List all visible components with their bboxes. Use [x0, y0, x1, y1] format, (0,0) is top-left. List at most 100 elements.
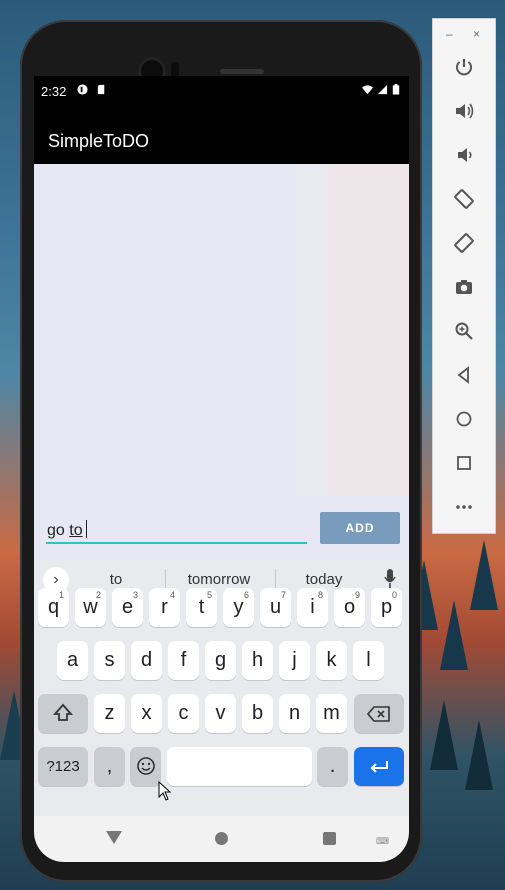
- key-e[interactable]: e3: [112, 588, 143, 627]
- key-j[interactable]: j: [279, 641, 310, 680]
- app-notification-icon: [77, 84, 88, 95]
- key-a[interactable]: a: [57, 641, 88, 680]
- key-hint-number: 2: [95, 590, 101, 600]
- key-label: u: [269, 596, 282, 618]
- overview-button[interactable]: [450, 450, 478, 478]
- symbols-key[interactable]: ?123: [38, 747, 88, 786]
- spacebar-key[interactable]: [167, 747, 312, 786]
- add-button[interactable]: ADD: [320, 512, 400, 544]
- zoom-icon: [455, 322, 473, 340]
- key-p[interactable]: p0: [371, 588, 402, 627]
- suggestion-1[interactable]: to: [100, 571, 132, 588]
- key-u[interactable]: u7: [260, 588, 291, 627]
- key-label: i: [310, 596, 315, 618]
- key-d[interactable]: d: [131, 641, 162, 680]
- key-label: y: [233, 596, 244, 618]
- nav-recents-icon[interactable]: [323, 832, 336, 845]
- nav-back-icon[interactable]: [106, 831, 122, 844]
- key-b[interactable]: b: [242, 694, 273, 733]
- wifi-icon: [362, 85, 373, 95]
- key-label: r: [161, 596, 168, 618]
- emoji-icon: [136, 757, 155, 775]
- power-button[interactable]: [450, 54, 478, 82]
- soft-keyboard: › to tomorrow today q1w2e3r4t5y6u7i8o9p0…: [34, 559, 409, 816]
- key-c[interactable]: c: [168, 694, 199, 733]
- key-n[interactable]: n: [279, 694, 310, 733]
- more-button[interactable]: [450, 494, 478, 522]
- key-v[interactable]: v: [205, 694, 236, 733]
- close-button[interactable]: ×: [473, 27, 480, 41]
- device-screen: 2:32 SimpleToDO go to ADD › to tomorrow …: [34, 76, 409, 862]
- key-hint-number: 3: [132, 590, 138, 600]
- key-hint-number: 1: [58, 590, 64, 600]
- key-hint-number: 5: [206, 590, 212, 600]
- shift-key[interactable]: [38, 694, 88, 733]
- zoom-button[interactable]: [450, 318, 478, 346]
- key-label: o: [343, 596, 356, 618]
- suggestion-3[interactable]: today: [296, 571, 352, 588]
- key-hint-number: 8: [317, 590, 323, 600]
- key-label: p: [380, 596, 393, 618]
- minimize-button[interactable]: –: [446, 27, 453, 41]
- key-l[interactable]: l: [353, 641, 384, 680]
- add-item-row: go to ADD: [34, 496, 409, 559]
- new-item-input[interactable]: go to: [46, 520, 307, 544]
- key-q[interactable]: q1: [38, 588, 69, 627]
- keyboard-switch-icon[interactable]: ⌨: [376, 836, 389, 847]
- camera-icon: [456, 279, 472, 294]
- key-z[interactable]: z: [94, 694, 125, 733]
- emulator-toolbar: – ×: [432, 18, 496, 534]
- input-typed-text: go: [47, 522, 70, 539]
- backspace-key[interactable]: [354, 694, 404, 733]
- enter-key[interactable]: [354, 747, 404, 786]
- key-r[interactable]: r4: [149, 588, 180, 627]
- more-icon: [456, 504, 472, 509]
- key-hint-number: 6: [243, 590, 249, 600]
- volume-down-button[interactable]: [450, 142, 478, 170]
- back-icon: [457, 365, 469, 384]
- camera-button[interactable]: [450, 274, 478, 302]
- sd-card-icon: [97, 84, 105, 95]
- key-hint-number: 7: [280, 590, 286, 600]
- mouse-pointer-icon: [158, 781, 172, 801]
- rotate-right-icon: [454, 232, 474, 253]
- key-f[interactable]: f: [168, 641, 199, 680]
- earpiece-speaker: [220, 69, 264, 74]
- rotate-left-button[interactable]: [450, 186, 478, 214]
- key-s[interactable]: s: [94, 641, 125, 680]
- rotate-right-button[interactable]: [450, 230, 478, 258]
- status-time: 2:32: [41, 84, 67, 99]
- shift-icon: [52, 703, 74, 721]
- key-y[interactable]: y6: [223, 588, 254, 627]
- status-bar: 2:32: [34, 76, 409, 106]
- key-x[interactable]: x: [131, 694, 162, 733]
- power-icon: [456, 58, 472, 75]
- battery-icon: [392, 84, 400, 95]
- rotate-left-icon: [454, 188, 474, 209]
- key-t[interactable]: t5: [186, 588, 217, 627]
- key-label: q: [47, 596, 60, 618]
- key-hint-number: 4: [169, 590, 175, 600]
- nav-home-icon[interactable]: [215, 832, 228, 845]
- comma-key[interactable]: ,: [94, 747, 125, 786]
- volume-down-icon: [458, 147, 472, 162]
- text-cursor: [85, 520, 87, 538]
- backspace-icon: [366, 706, 390, 722]
- key-label: t: [198, 596, 205, 618]
- key-m[interactable]: m: [316, 694, 347, 733]
- overview-icon: [457, 455, 471, 470]
- enter-icon: [370, 761, 388, 773]
- app-bar: SimpleToDO: [34, 106, 409, 164]
- key-k[interactable]: k: [316, 641, 347, 680]
- key-i[interactable]: i8: [297, 588, 328, 627]
- period-key[interactable]: .: [317, 747, 348, 786]
- home-button[interactable]: [450, 406, 478, 434]
- key-g[interactable]: g: [205, 641, 236, 680]
- key-h[interactable]: h: [242, 641, 273, 680]
- back-button[interactable]: [450, 362, 478, 390]
- emoji-key[interactable]: [130, 747, 161, 786]
- volume-up-button[interactable]: [450, 98, 478, 126]
- app-title: SimpleToDO: [48, 131, 150, 151]
- key-w[interactable]: w2: [75, 588, 106, 627]
- key-o[interactable]: o9: [334, 588, 365, 627]
